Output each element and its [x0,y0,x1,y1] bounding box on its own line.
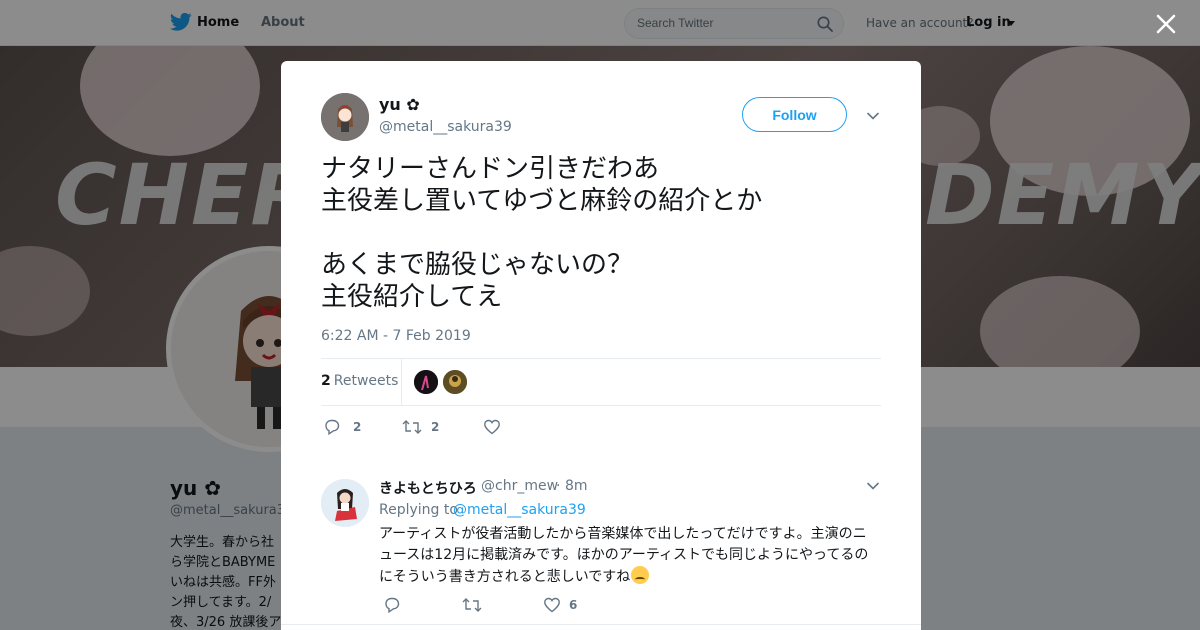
retweeter-avatar[interactable] [414,370,438,394]
tweet-timestamp[interactable]: 6:22 AM - 7 Feb 2019 [321,328,471,344]
retweeter-avatar-image [414,370,438,394]
author-avatar-illustration [321,93,369,141]
reply-author-avatar[interactable] [321,479,369,527]
retweet-stat[interactable]: 2 Retweets [321,373,398,389]
reply-dot-separator: · [556,478,561,494]
tweet-modal: yu ✿ @metal__sakura39 Follow ナタリーさんドン引きだ… [281,61,921,630]
tweet-author-avatar[interactable] [321,93,369,141]
heart-icon [484,419,500,435]
tweet-actions: 2 2 [321,418,621,442]
retweeter-avatar[interactable] [443,370,467,394]
reply-text-block: アーティストが役者活動したから音楽媒体で出したってだけですよ。主演のニュースは1… [379,524,879,588]
replying-to-mention[interactable]: @metal__sakura39 [453,502,586,518]
reply-actions: 6 [379,596,679,616]
stats-divider [401,359,402,405]
reply-like-count: 6 [569,598,578,612]
replying-to-label: Replying to [379,502,458,518]
reply-icon [385,597,400,614]
crying-face-emoji [631,566,650,584]
reply-author-name[interactable]: きよもとちひろ [379,478,477,498]
heart-icon [544,597,560,613]
retweet-icon [402,420,422,434]
reply-avatar-illustration [321,479,369,527]
chevron-down-icon[interactable] [867,482,879,490]
retweet-icon [462,598,482,612]
reply-time[interactable]: 8m [565,478,588,494]
retweeter-avatar-image [443,370,467,394]
reply-icon [325,419,340,436]
close-icon[interactable] [1154,12,1178,36]
retweet-stat-count: 2 [321,373,331,389]
follow-button[interactable]: Follow [742,97,847,132]
chevron-down-icon[interactable] [867,112,879,120]
reply-text: アーティストが役者活動したから音楽媒体で出したってだけですよ。主演のニュースは1… [379,526,869,585]
retweet-stats-row: 2 Retweets [321,358,881,406]
reply-count: 2 [353,420,362,434]
retweet-count: 2 [431,420,440,434]
reply-author-handle[interactable]: @chr_mew [481,478,558,494]
retweet-stat-label: Retweets [333,373,399,389]
tweet-text: ナタリーさんドン引きだわあ 主役差し置いてゆづと麻鈴の紹介とか あくまで脇役じゃ… [321,154,763,312]
tweet-author-name[interactable]: yu ✿ [379,95,420,114]
tweet-author-handle[interactable]: @metal__sakura39 [379,119,512,135]
modal-divider [281,624,921,625]
